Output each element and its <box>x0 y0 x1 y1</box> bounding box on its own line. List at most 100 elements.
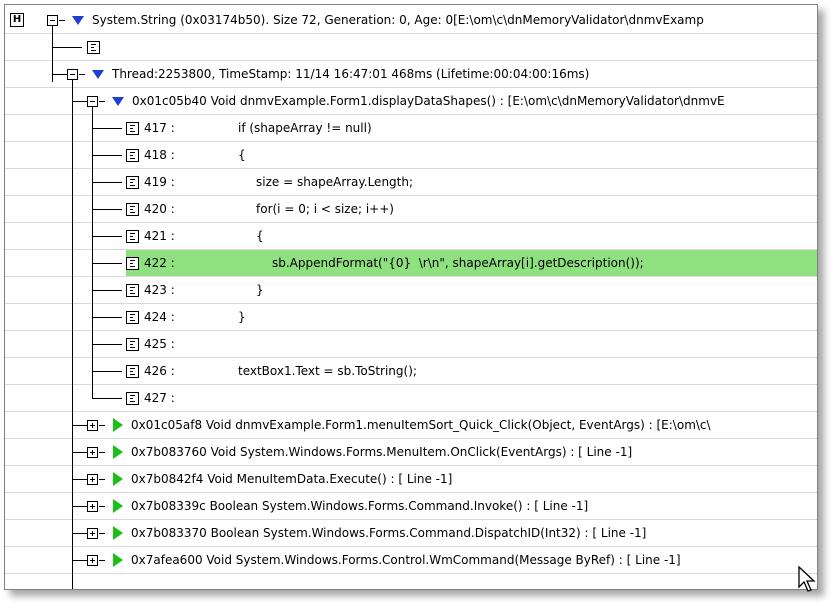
source-line-row[interactable]: 417 : if (shapeArray != null) <box>5 115 817 142</box>
collapse-icon[interactable] <box>67 69 85 80</box>
collapse-icon[interactable] <box>47 15 65 26</box>
allocation-tree-view[interactable]: H System.String (0x03174b50). Size 72, G… <box>4 4 818 590</box>
source-line-row[interactable]: 425 : <box>5 331 817 358</box>
tree-connector <box>92 398 122 399</box>
tree-connector <box>92 128 122 129</box>
collapsed-triangle-icon <box>113 499 123 513</box>
tree-connector <box>72 479 87 480</box>
tree-row-root-source[interactable] <box>5 34 817 61</box>
tree-connector <box>92 182 122 183</box>
source-code-icon <box>126 337 139 351</box>
tree-connector <box>92 209 122 210</box>
tree-connector <box>72 101 87 102</box>
collapsed-triangle-icon <box>113 553 123 567</box>
collapsed-triangle-icon <box>113 418 123 432</box>
expand-icon[interactable] <box>87 447 105 458</box>
source-code-text: sb.AppendFormat("{0} \r\n", shapeArray[i… <box>272 256 644 270</box>
source-code-icon <box>126 256 139 270</box>
source-code-text: { <box>238 148 246 162</box>
source-line-row[interactable]: 426 : textBox1.Text = sb.ToString(); <box>5 358 817 385</box>
source-line-row[interactable]: 423 :} <box>5 277 817 304</box>
expanded-triangle-icon <box>72 15 84 25</box>
collapse-icon[interactable] <box>87 96 105 107</box>
tree-row-callstack-frame[interactable]: 0x7b083760 Void System.Windows.Forms.Men… <box>5 439 817 466</box>
callstack-frame-label: 0x7b083370 Boolean System.Windows.Forms.… <box>131 526 647 540</box>
mouse-cursor-icon <box>798 565 816 592</box>
expand-icon[interactable] <box>87 474 105 485</box>
source-code-text: size = shapeArray.Length; <box>256 175 414 189</box>
tree-connector <box>72 560 87 561</box>
line-number: 425 : <box>144 337 175 351</box>
heap-icon: H <box>10 13 24 27</box>
source-code-icon <box>126 283 139 297</box>
line-number: 417 : <box>144 121 175 135</box>
tree-row-callstack-frame[interactable]: 0x7afea600 Void System.Windows.Forms.Con… <box>5 547 817 574</box>
tree-connector <box>92 344 122 345</box>
tree-row-thread[interactable]: Thread:2253800, TimeStamp: 11/14 16:47:0… <box>5 61 817 88</box>
source-line-row-highlighted[interactable]: 422 : sb.AppendFormat("{0} \r\n", shapeAr… <box>5 250 817 277</box>
line-number: 422 : <box>144 256 175 270</box>
line-number: 418 : <box>144 148 175 162</box>
source-line-row[interactable]: 421 : { <box>5 223 817 250</box>
collapsed-triangle-icon <box>113 472 123 486</box>
expanded-triangle-icon <box>92 69 104 79</box>
expand-icon[interactable] <box>87 528 105 539</box>
source-code-text: } <box>238 310 246 324</box>
tree-connector <box>72 80 73 589</box>
expanded-triangle-icon <box>112 96 124 106</box>
tree-connector <box>92 371 122 372</box>
tree-connector <box>72 452 87 453</box>
source-code-icon <box>126 175 139 189</box>
tree-connector <box>72 425 87 426</box>
line-number: 423 : <box>144 283 175 297</box>
expand-icon[interactable] <box>87 555 105 566</box>
callstack-frame-label: 0x7afea600 Void System.Windows.Forms.Con… <box>131 553 681 567</box>
source-line-row[interactable]: 419 : size = shapeArray.Length; <box>5 169 817 196</box>
source-code-text: if (shapeArray != null) <box>238 121 372 135</box>
source-code-icon <box>126 364 139 378</box>
tree-row-frame[interactable]: 0x01c05b40 Void dnmvExample.Form1.displa… <box>5 88 817 115</box>
line-number: 420 : <box>144 202 175 216</box>
source-line-row[interactable]: 418 : { <box>5 142 817 169</box>
tree-connector <box>92 236 122 237</box>
frame-label: 0x01c05b40 Void dnmvExample.Form1.displa… <box>132 94 725 108</box>
source-line-row[interactable]: 427 : <box>5 385 817 412</box>
expand-icon[interactable] <box>87 420 105 431</box>
source-code-text: { <box>256 229 264 243</box>
source-code-icon <box>126 391 139 405</box>
source-code-icon <box>126 121 139 135</box>
callstack-frame-label: 0x01c05af8 Void dnmvExample.Form1.menuIt… <box>131 418 711 432</box>
source-code-icon <box>126 310 139 324</box>
tree-connector <box>72 533 87 534</box>
source-code-icon <box>126 229 139 243</box>
collapsed-triangle-icon <box>113 526 123 540</box>
tree-connector <box>52 47 82 48</box>
expand-icon[interactable] <box>87 501 105 512</box>
source-code-text: textBox1.Text = sb.ToString(); <box>238 364 417 378</box>
line-number: 426 : <box>144 364 175 378</box>
tree-connector <box>92 107 93 399</box>
thread-label: Thread:2253800, TimeStamp: 11/14 16:47:0… <box>112 67 590 81</box>
source-line-row[interactable]: 420 : for(i = 0; i < size; i++) <box>5 196 817 223</box>
callstack-frame-label: 0x7b083760 Void System.Windows.Forms.Men… <box>131 445 633 459</box>
tree-row-callstack-frame[interactable]: 0x7b0842f4 Void MenuItemData.Execute() :… <box>5 466 817 493</box>
source-code-icon <box>87 40 100 54</box>
callstack-frame-label: 0x7b08339c Boolean System.Windows.Forms.… <box>131 499 589 513</box>
source-code-text: for(i = 0; i < size; i++) <box>256 202 394 216</box>
root-label: System.String (0x03174b50). Size 72, Gen… <box>92 13 704 27</box>
tree-row-callstack-frame[interactable]: 0x7b08339c Boolean System.Windows.Forms.… <box>5 493 817 520</box>
tree-connector <box>72 506 87 507</box>
collapsed-triangle-icon <box>113 445 123 459</box>
tree-row-root[interactable]: H System.String (0x03174b50). Size 72, G… <box>5 7 817 34</box>
tree-connector <box>92 263 122 264</box>
line-number: 427 : <box>144 391 175 405</box>
line-number: 424 : <box>144 310 175 324</box>
tree-row-callstack-frame[interactable]: 0x7b083370 Boolean System.Windows.Forms.… <box>5 520 817 547</box>
callstack-frame-label: 0x7b0842f4 Void MenuItemData.Execute() :… <box>131 472 453 486</box>
tree-connector <box>92 290 122 291</box>
tree-connector <box>92 155 122 156</box>
tree-row-callstack-frame[interactable]: 0x01c05af8 Void dnmvExample.Form1.menuIt… <box>5 412 817 439</box>
source-line-row[interactable]: 424 :} <box>5 304 817 331</box>
source-code-text: } <box>256 283 264 297</box>
source-code-icon <box>126 148 139 162</box>
